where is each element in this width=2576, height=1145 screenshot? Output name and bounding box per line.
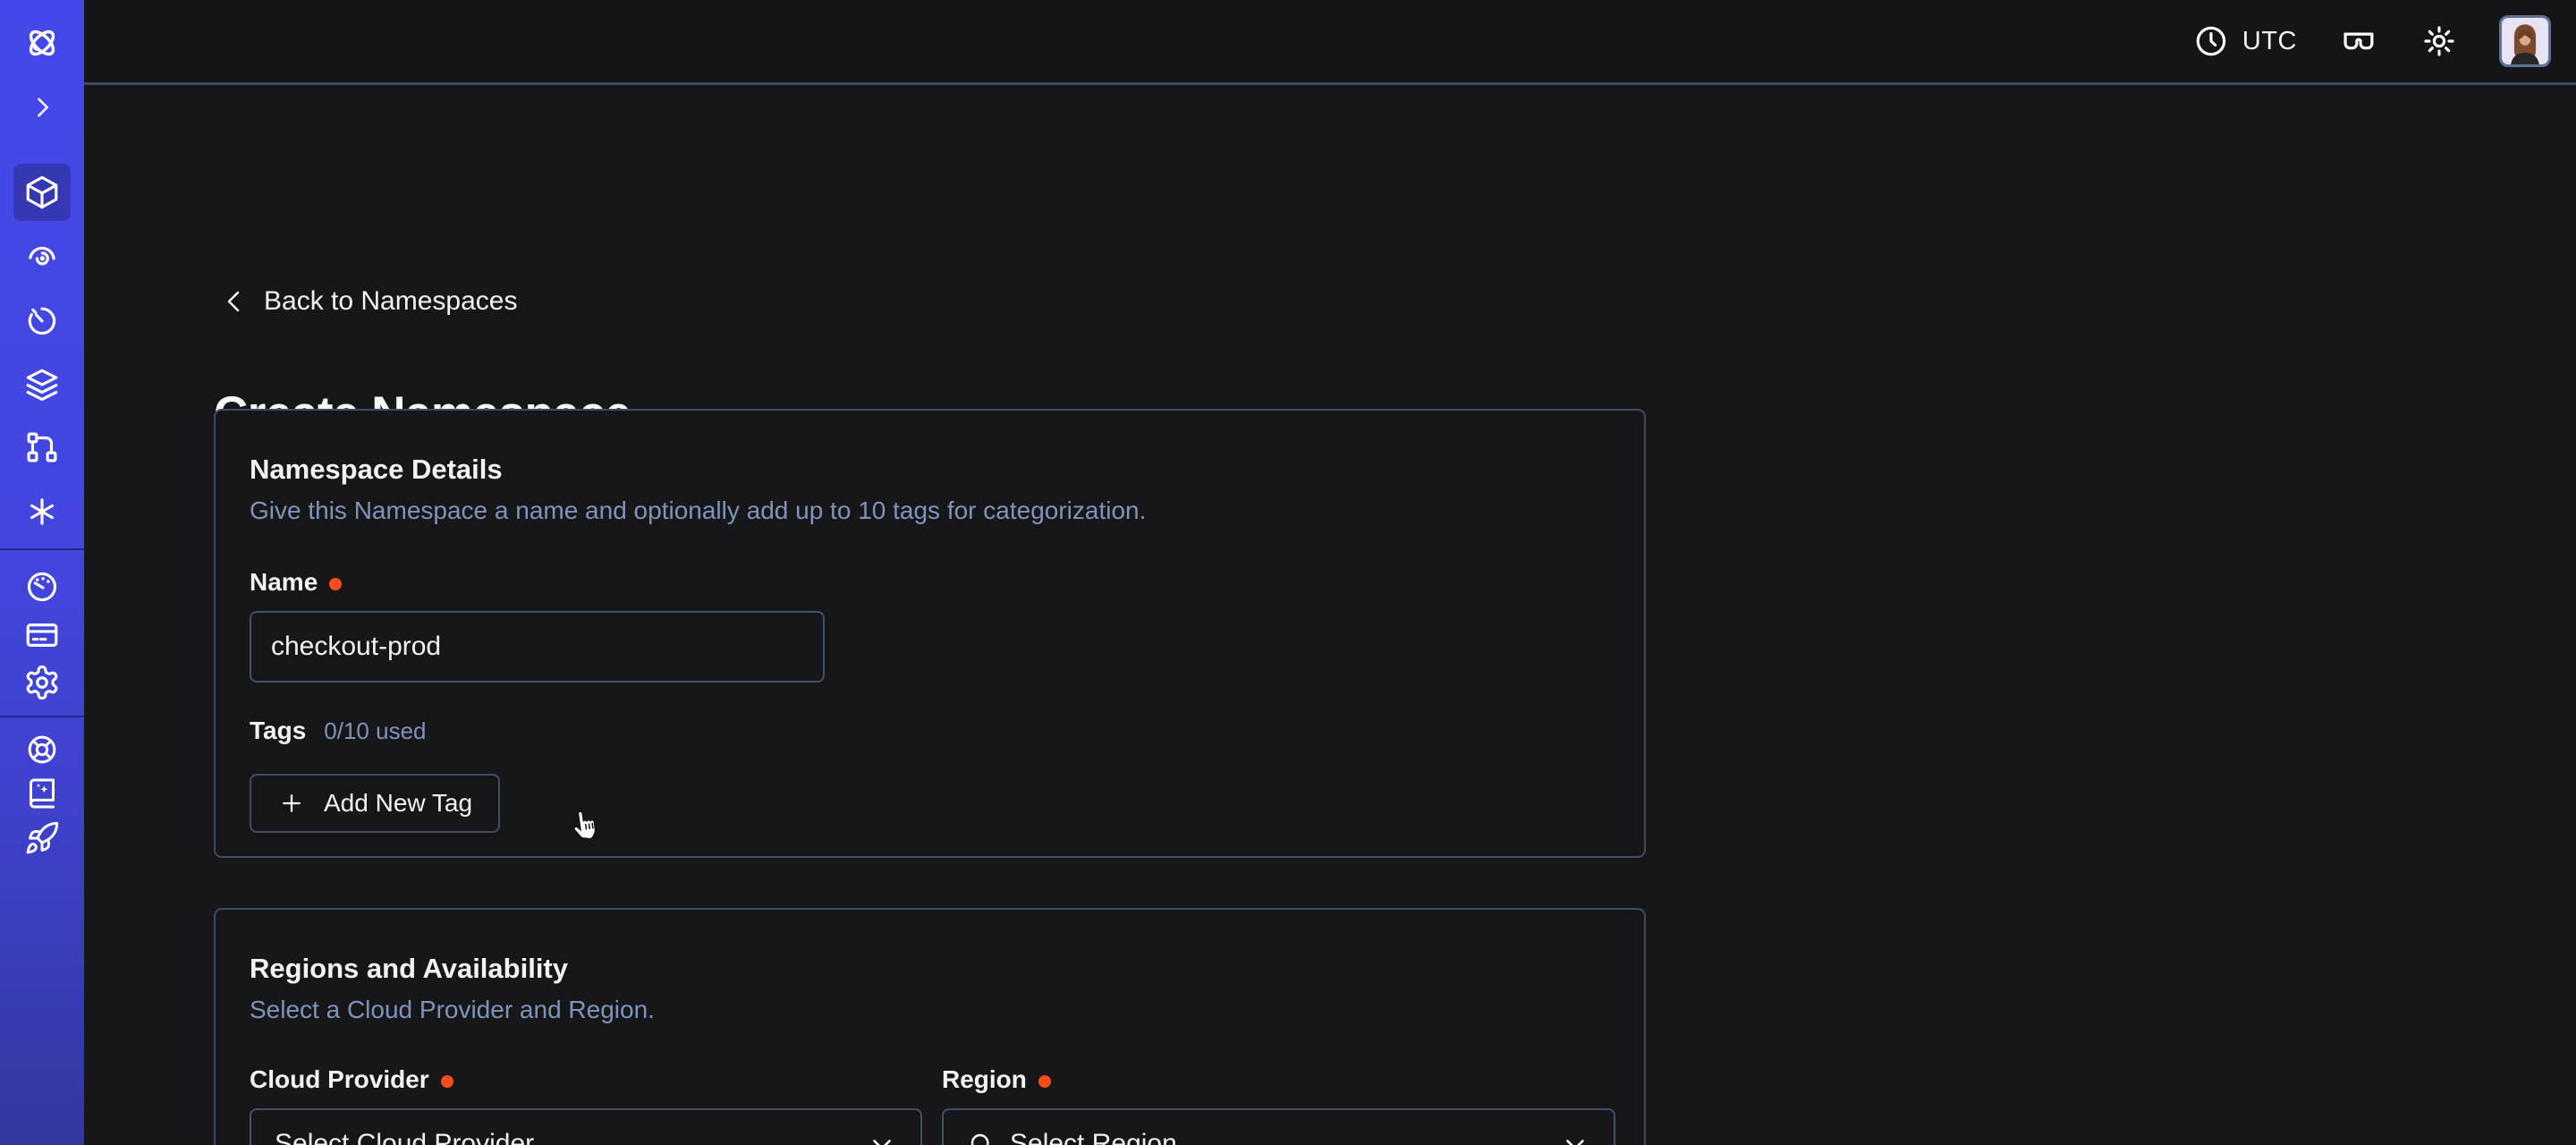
required-dot	[441, 1075, 453, 1088]
back-label: Back to Namespaces	[264, 286, 517, 317]
add-new-tag-button[interactable]: Add New Tag	[250, 774, 500, 833]
temporal-logo-icon[interactable]	[21, 22, 63, 64]
search-icon	[967, 1130, 996, 1145]
namespace-name-input[interactable]	[250, 611, 825, 683]
timezone-selector[interactable]: UTC	[2192, 22, 2297, 60]
card-subtitle: Give this Namespace a name and optionall…	[250, 496, 1610, 525]
sidebar	[0, 0, 84, 1145]
card-title: Namespace Details	[250, 454, 1610, 486]
sidebar-divider	[0, 716, 84, 717]
sidebar-item-schedules-timer-icon[interactable]	[23, 301, 61, 339]
tags-used-counter: 0/10 used	[324, 717, 426, 745]
timezone-label: UTC	[2242, 27, 2297, 56]
topbar: UTC	[84, 0, 2576, 85]
main-content: Back to Namespaces Create Namespace Name…	[84, 88, 2576, 1145]
card-subtitle: Select a Cloud Provider and Region.	[250, 996, 1610, 1024]
cloud-provider-label: Cloud Provider	[250, 1065, 429, 1094]
regions-availability-card: Regions and Availability Select a Cloud …	[214, 908, 1646, 1145]
user-avatar[interactable]	[2499, 15, 2551, 67]
cloud-provider-label-row: Cloud Provider	[250, 1065, 922, 1094]
expand-sidebar-chevron-right-icon[interactable]	[27, 92, 57, 123]
name-label: Name	[250, 568, 318, 597]
sidebar-item-workflows-spiral-icon[interactable]	[23, 238, 61, 276]
namespace-details-card: Namespace Details Give this Namespace a …	[214, 409, 1646, 858]
theme-toggle-sun-icon[interactable]	[2420, 22, 2458, 60]
sidebar-item-deployments-layers-icon[interactable]	[23, 366, 61, 403]
sidebar-item-nexus-asterisk-icon[interactable]	[23, 493, 61, 530]
sidebar-item-batch-operations-branch-icon[interactable]	[23, 428, 61, 466]
name-label-row: Name	[250, 568, 1610, 597]
region-select[interactable]: Select Region	[942, 1108, 1615, 1145]
tags-label: Tags	[250, 717, 306, 745]
region-label-row: Region	[942, 1065, 1615, 1094]
sidebar-item-namespaces-cube-icon[interactable]	[23, 174, 61, 211]
app-root: UTC	[0, 0, 2576, 1145]
add-new-tag-label: Add New Tag	[324, 789, 472, 818]
back-to-namespaces-link[interactable]: Back to Namespaces	[220, 286, 517, 317]
sidebar-item-getting-started-rocket-icon[interactable]	[24, 820, 60, 856]
sidebar-divider	[0, 548, 84, 550]
sidebar-item-settings-gear-icon[interactable]	[23, 664, 61, 701]
chevron-down-icon	[1560, 1129, 1590, 1145]
tags-label-row: Tags 0/10 used	[250, 717, 1610, 745]
sidebar-item-usage-gauge-icon[interactable]	[23, 568, 61, 606]
sidebar-item-billing-credit-card-icon[interactable]	[23, 616, 61, 654]
sidebar-item-docs-book-icon[interactable]	[24, 776, 60, 811]
clock-icon	[2192, 22, 2230, 60]
reading-glasses-icon[interactable]	[2338, 22, 2379, 60]
chevron-left-icon	[220, 287, 249, 316]
region-label: Region	[942, 1065, 1027, 1094]
mouse-pointer-hand-cursor	[565, 798, 613, 848]
plus-icon	[278, 790, 305, 817]
required-dot	[329, 578, 342, 590]
chevron-down-icon	[867, 1129, 897, 1145]
required-dot	[1038, 1075, 1051, 1088]
cloud-provider-column: Cloud Provider Select Cloud Provider	[250, 1065, 922, 1145]
cloud-provider-select[interactable]: Select Cloud Provider	[250, 1108, 922, 1145]
cloud-provider-placeholder: Select Cloud Provider	[275, 1129, 852, 1145]
region-column: Region Select Region	[942, 1065, 1615, 1145]
region-placeholder: Select Region	[1010, 1129, 1546, 1145]
sidebar-item-support-lifebuoy-icon[interactable]	[24, 732, 60, 768]
card-title: Regions and Availability	[250, 953, 1610, 985]
